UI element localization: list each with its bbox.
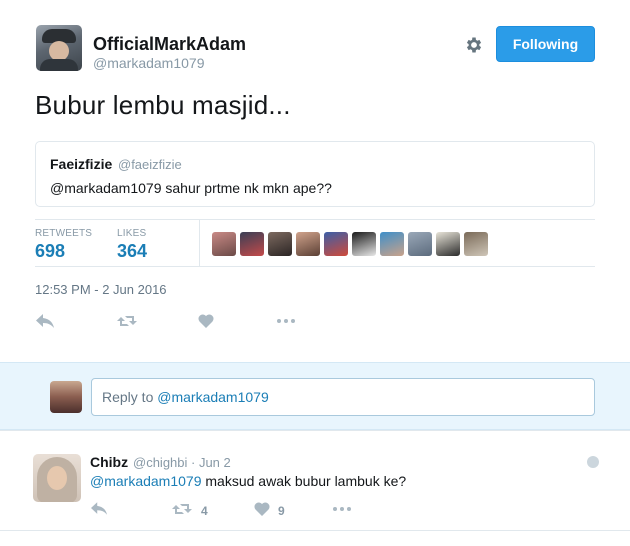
quoted-tweet[interactable]: Faeizfizie @faeizfizie @markadam1079 sah… [35, 141, 595, 207]
likes-count[interactable]: 364 [117, 241, 147, 262]
heart-icon[interactable] [198, 314, 214, 333]
divider [199, 219, 200, 267]
reply-like-count: 9 [278, 504, 285, 518]
liker-avatar-10[interactable] [464, 232, 488, 256]
liker-avatar-2[interactable] [240, 232, 264, 256]
reply-author-avatar[interactable] [33, 454, 81, 502]
divider [35, 219, 595, 220]
divider [0, 430, 630, 431]
divider [35, 266, 595, 267]
reply-input-placeholder: Reply to [102, 389, 158, 405]
reply-body: maksud awak bubur lambuk ke? [201, 473, 407, 489]
quoted-tweet-name: Faeizfizie [50, 156, 113, 172]
more-icon[interactable] [332, 502, 352, 521]
reply-input[interactable]: Reply to @markadam1079 [91, 378, 595, 416]
reply-icon[interactable] [36, 314, 54, 333]
tweet-timestamp[interactable]: 12:53 PM - 2 Jun 2016 [35, 282, 167, 297]
reply-author-name[interactable]: Chibz [90, 454, 128, 470]
reply-mention[interactable]: @markadam1079 [90, 473, 202, 489]
divider [0, 530, 630, 531]
author-avatar[interactable] [36, 25, 82, 71]
globe-icon [587, 456, 599, 468]
quoted-tweet-text: @markadam1079 sahur prtme nk mkn ape?? [50, 180, 332, 196]
liker-avatar-1[interactable] [212, 232, 236, 256]
likes-label[interactable]: LIKES [117, 228, 146, 239]
liker-avatar-9[interactable] [436, 232, 460, 256]
more-icon[interactable] [276, 314, 296, 333]
reply-text: @markadam1079 maksud awak bubur lambuk k… [90, 473, 406, 489]
quoted-tweet-handle: @faeizfizie [118, 157, 182, 172]
liker-avatar-4[interactable] [296, 232, 320, 256]
liker-avatars [212, 232, 488, 256]
tweet-text: Bubur lembu masjid... [35, 90, 291, 120]
liker-avatar-8[interactable] [408, 232, 432, 256]
retweet-icon[interactable] [172, 502, 192, 521]
liker-avatar-7[interactable] [380, 232, 404, 256]
retweets-label[interactable]: RETWEETS [35, 228, 92, 239]
liker-avatar-3[interactable] [268, 232, 292, 256]
author-username[interactable]: @markadam1079 [93, 55, 205, 71]
following-button[interactable]: Following [496, 26, 595, 62]
liker-avatar-6[interactable] [352, 232, 376, 256]
liker-avatar-5[interactable] [324, 232, 348, 256]
heart-icon[interactable] [254, 502, 270, 521]
reply-author-meta[interactable]: @chighbi · Jun 2 [133, 455, 231, 470]
reply-icon[interactable] [91, 502, 107, 520]
reply-retweet-count: 4 [201, 504, 208, 518]
gear-icon[interactable] [464, 35, 484, 55]
retweets-count[interactable]: 698 [35, 241, 65, 262]
reply-input-mention: @markadam1079 [157, 389, 269, 405]
author-display-name[interactable]: OfficialMarkAdam [93, 34, 246, 55]
reply-composer: Reply to @markadam1079 [0, 362, 630, 430]
current-user-avatar [50, 381, 82, 413]
retweet-icon[interactable] [117, 314, 137, 333]
